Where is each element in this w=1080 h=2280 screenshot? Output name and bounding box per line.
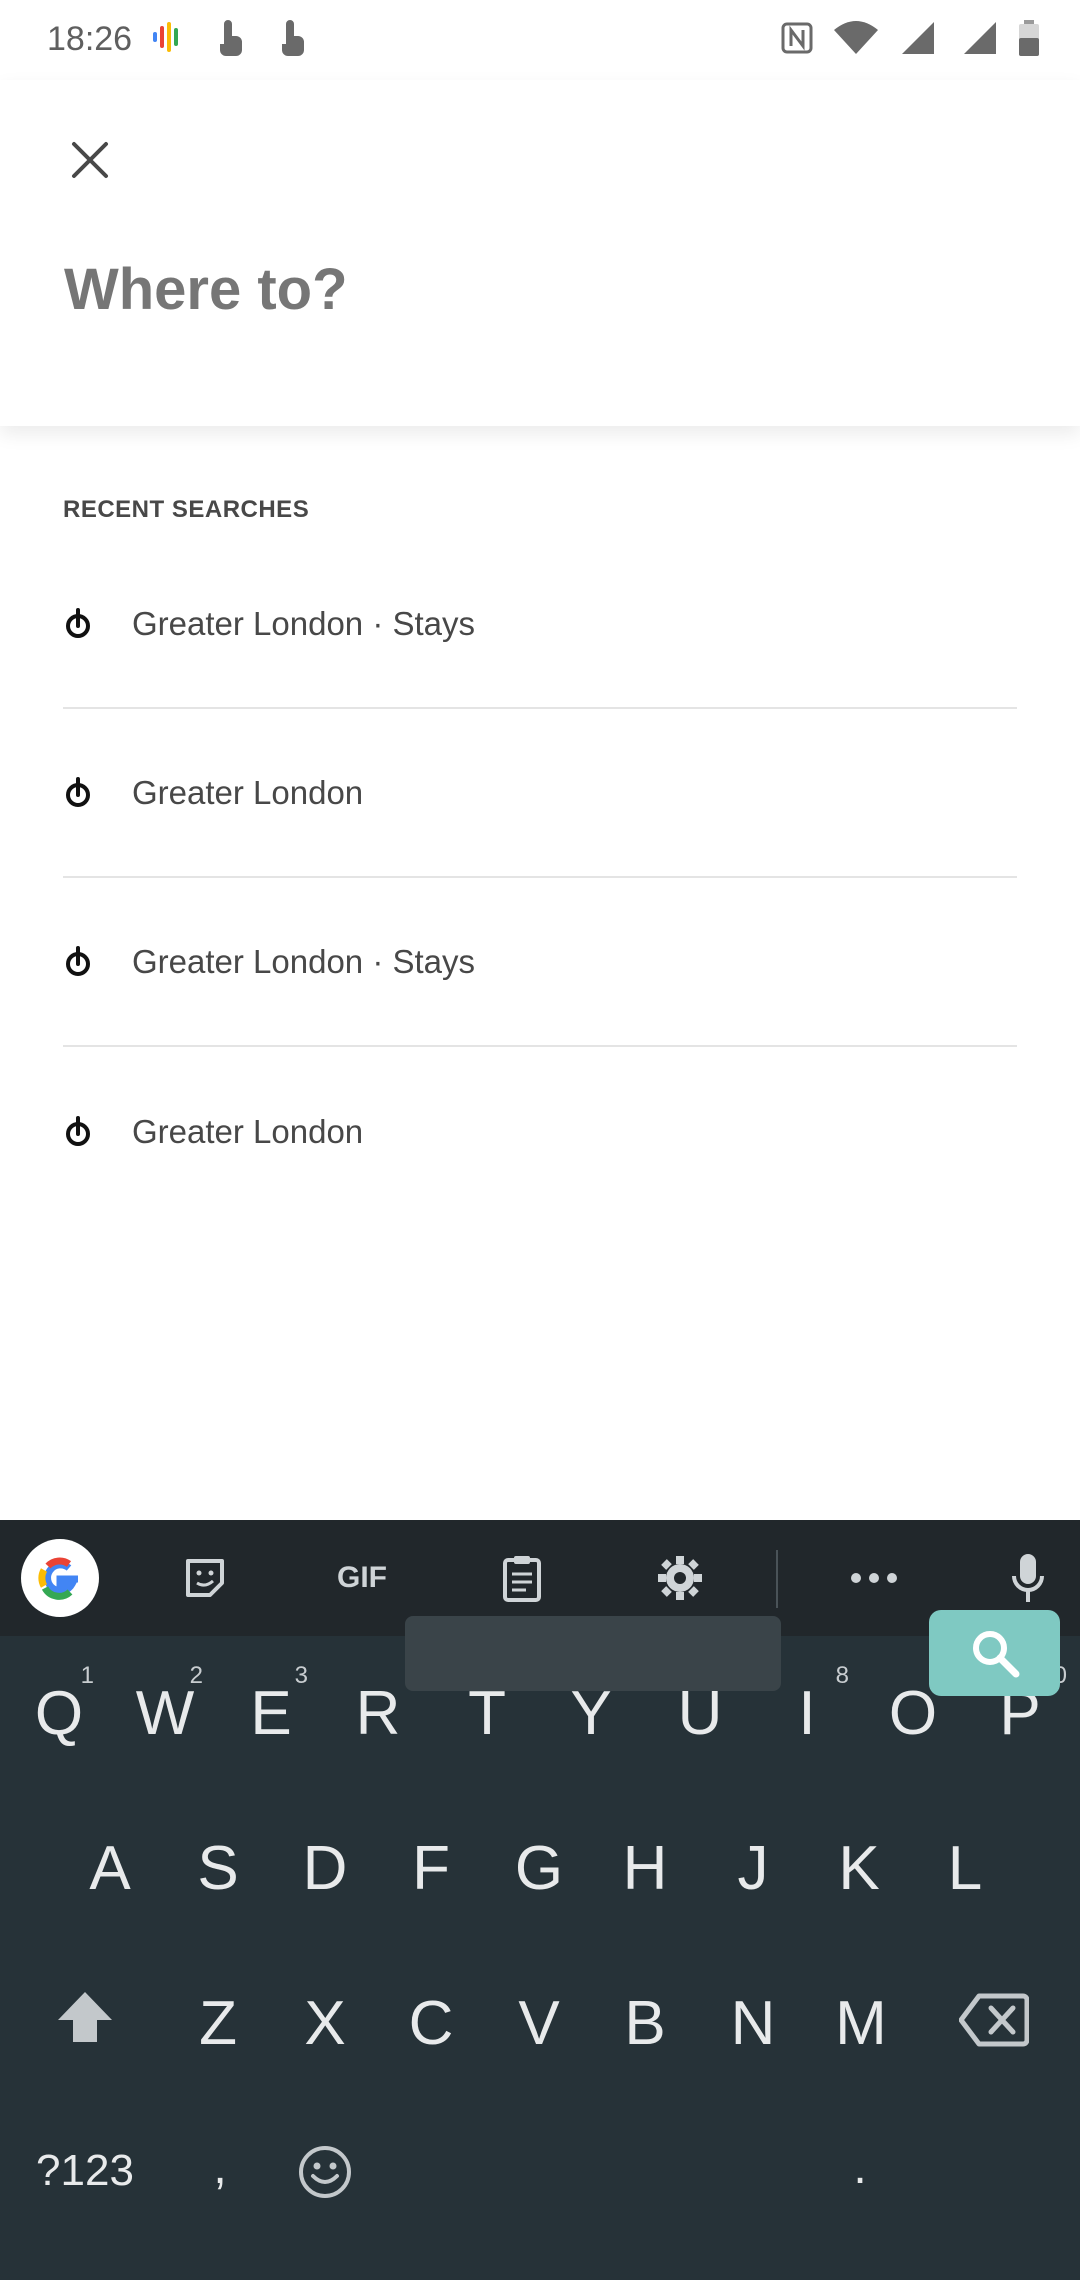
sticker-button[interactable] — [165, 1538, 245, 1618]
status-bar: 18:26 — [0, 0, 1080, 80]
period-key[interactable]: . — [850, 2140, 870, 2195]
battery-icon — [1019, 20, 1039, 56]
key-e[interactable]: E 3 — [248, 1662, 308, 1749]
key-a[interactable]: A — [85, 1833, 135, 1904]
key-w[interactable]: W 2 — [133, 1662, 203, 1749]
key-digit: 8 — [835, 1662, 849, 1689]
key-letter: R — [355, 1679, 401, 1748]
backspace-icon — [958, 1993, 1030, 2047]
shift-key[interactable] — [50, 1988, 120, 2058]
key-n[interactable]: N — [728, 1988, 778, 2059]
symbols-key[interactable]: ?123 — [30, 2146, 140, 2196]
recent-searches-title: RECENT SEARCHES — [63, 496, 310, 523]
signal-roaming-icon — [902, 22, 934, 54]
emoji-icon — [299, 2146, 351, 2198]
recent-search-label: Greater London — [132, 1112, 364, 1150]
key-v[interactable]: V — [514, 1988, 564, 2059]
header: Where to? — [0, 80, 1080, 426]
recent-search-item[interactable]: Greater London — [63, 709, 1017, 878]
recent-search-item[interactable]: Greater London · Stays — [63, 540, 1017, 709]
toolbar-divider — [776, 1550, 778, 1608]
google-icon — [21, 1539, 99, 1617]
search-input[interactable]: Where to? — [64, 256, 348, 323]
key-letter: I — [798, 1679, 816, 1748]
settings-button[interactable] — [640, 1538, 720, 1618]
key-k[interactable]: K — [834, 1833, 884, 1904]
history-icon — [66, 776, 90, 807]
key-i[interactable]: I 8 — [795, 1662, 849, 1749]
mic-icon — [1012, 1554, 1044, 1602]
close-icon — [72, 142, 108, 178]
key-digit: 2 — [189, 1662, 203, 1689]
close-button[interactable] — [58, 128, 122, 192]
recent-search-label: Greater London · Stays — [132, 942, 476, 980]
nfc-icon — [781, 22, 813, 54]
more-icon — [851, 1573, 897, 1583]
key-digit: 1 — [80, 1662, 94, 1689]
key-letter: Q — [34, 1679, 84, 1748]
key-letter: E — [250, 1679, 292, 1748]
key-s[interactable]: S — [193, 1833, 243, 1904]
history-icon — [66, 945, 90, 976]
wifi-icon — [834, 21, 878, 54]
gif-icon: GIF — [337, 1561, 387, 1594]
search-button[interactable] — [929, 1610, 1060, 1696]
history-icon — [66, 1115, 90, 1146]
more-button[interactable] — [834, 1538, 914, 1618]
status-left-icons — [150, 18, 308, 58]
search-icon — [972, 1631, 1019, 1678]
settings-icon — [658, 1556, 702, 1600]
touch-icon — [220, 20, 242, 56]
recent-search-label: Greater London · Stays — [132, 604, 476, 642]
key-digit: 3 — [294, 1662, 308, 1689]
mic-button[interactable] — [988, 1538, 1068, 1618]
clipboard-icon — [503, 1556, 541, 1602]
backspace-key[interactable] — [958, 1992, 1030, 2058]
key-h[interactable]: H — [620, 1833, 670, 1904]
key-r[interactable]: R 4 — [355, 1662, 421, 1749]
google-button[interactable] — [20, 1538, 100, 1618]
key-letter: W — [135, 1679, 195, 1748]
status-time: 18:26 — [47, 20, 133, 58]
key-z[interactable]: Z — [193, 1988, 243, 2059]
key-l[interactable]: L — [940, 1833, 990, 1904]
clipboard-button[interactable] — [482, 1538, 562, 1618]
recent-searches-list: Greater London · Stays Greater London Gr… — [63, 540, 1017, 1216]
gif-button[interactable]: GIF — [322, 1538, 402, 1618]
emoji-key[interactable] — [295, 2144, 355, 2204]
key-m[interactable]: M — [832, 1988, 890, 2059]
sticker-icon — [186, 1559, 224, 1597]
key-c[interactable]: C — [406, 1988, 456, 2059]
history-icon — [66, 607, 90, 638]
key-x[interactable]: X — [300, 1988, 350, 2059]
spacebar[interactable] — [405, 1616, 781, 1691]
shift-icon — [58, 1992, 112, 2042]
status-right-icons — [780, 18, 1040, 58]
assistant-icon — [153, 22, 178, 52]
key-g[interactable]: G — [514, 1833, 564, 1904]
key-d[interactable]: D — [300, 1833, 350, 1904]
recent-search-label: Greater London — [132, 773, 364, 811]
key-j[interactable]: J — [728, 1833, 778, 1904]
recent-search-item[interactable]: Greater London · Stays — [63, 878, 1017, 1047]
signal-icon — [964, 22, 996, 54]
touch-icon — [282, 20, 304, 56]
key-f[interactable]: F — [406, 1833, 456, 1904]
recent-search-item[interactable]: Greater London — [63, 1047, 1017, 1216]
key-q[interactable]: Q 1 — [30, 1662, 94, 1749]
comma-key[interactable]: , — [210, 2140, 230, 2195]
key-b[interactable]: B — [620, 1988, 670, 2059]
